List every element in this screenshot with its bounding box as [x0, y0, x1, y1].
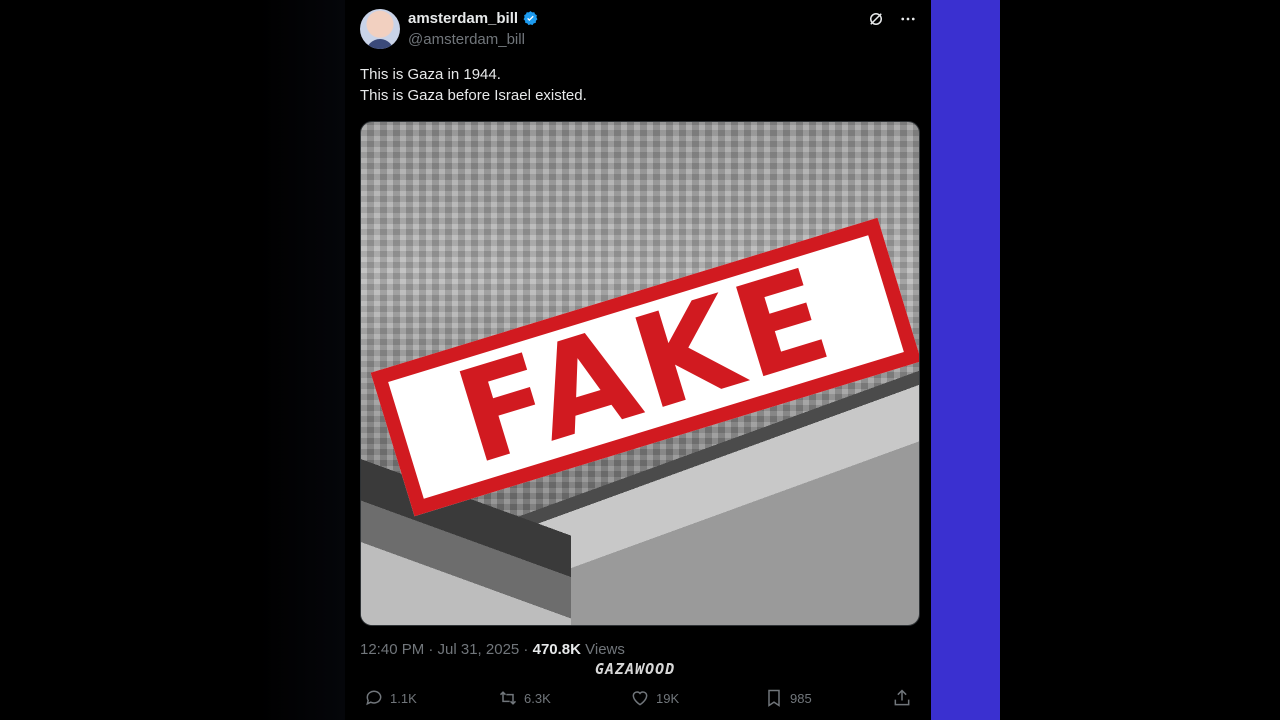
fake-stamp-text: FAKE: [441, 239, 851, 494]
share-button[interactable]: [892, 688, 912, 708]
avatar[interactable]: [360, 9, 400, 49]
post-text-line: This is Gaza before Israel existed.: [360, 87, 587, 104]
reply-count: 1.1K: [390, 690, 417, 706]
bookmark-icon: [768, 689, 780, 707]
like-button[interactable]: 19K: [630, 688, 679, 708]
reply-icon: [366, 690, 382, 706]
side-blue-band: [931, 0, 1000, 720]
action-bar: 1.1K 6.3K 19K 985: [360, 688, 916, 716]
bookmark-count: 985: [790, 690, 812, 706]
post-card: amsterdam_bill @amsterdam_bill This is G…: [345, 0, 931, 720]
repost-icon: [499, 691, 517, 705]
author-display-name[interactable]: amsterdam_bill: [408, 10, 518, 27]
grok-icon[interactable]: [867, 10, 885, 28]
post-meta: 12:40 PM · Jul 31, 2025 · 470.8K Views: [360, 641, 625, 658]
more-icon[interactable]: [899, 10, 917, 28]
post-timestamp[interactable]: 12:40 PM · Jul 31, 2025 ·: [360, 641, 533, 658]
like-count: 19K: [656, 690, 680, 706]
like-icon: [632, 691, 648, 706]
right-backdrop: [1000, 0, 1280, 720]
views-label: Views: [580, 641, 625, 658]
post-header-actions: [867, 10, 917, 28]
post-image[interactable]: FAKE: [360, 121, 920, 626]
left-backdrop: [0, 0, 345, 720]
bookmark-button[interactable]: 985: [764, 688, 812, 708]
repost-count: 6.3K: [524, 690, 551, 706]
gazawood-watermark: GAZAWOOD: [595, 660, 676, 678]
post-text: This is Gaza in 1944. This is Gaza befor…: [360, 64, 587, 106]
author-handle[interactable]: @amsterdam_bill: [408, 31, 525, 48]
fake-stamp: FAKE: [370, 217, 919, 517]
repost-button[interactable]: 6.3K: [498, 688, 551, 708]
views-count: 470.8K: [532, 641, 581, 658]
post-text-line: This is Gaza in 1944.: [360, 66, 501, 83]
share-icon: [894, 689, 910, 706]
verified-badge-icon: [523, 11, 538, 26]
author-name-row[interactable]: amsterdam_bill: [408, 10, 539, 27]
reply-button[interactable]: 1.1K: [364, 688, 417, 708]
